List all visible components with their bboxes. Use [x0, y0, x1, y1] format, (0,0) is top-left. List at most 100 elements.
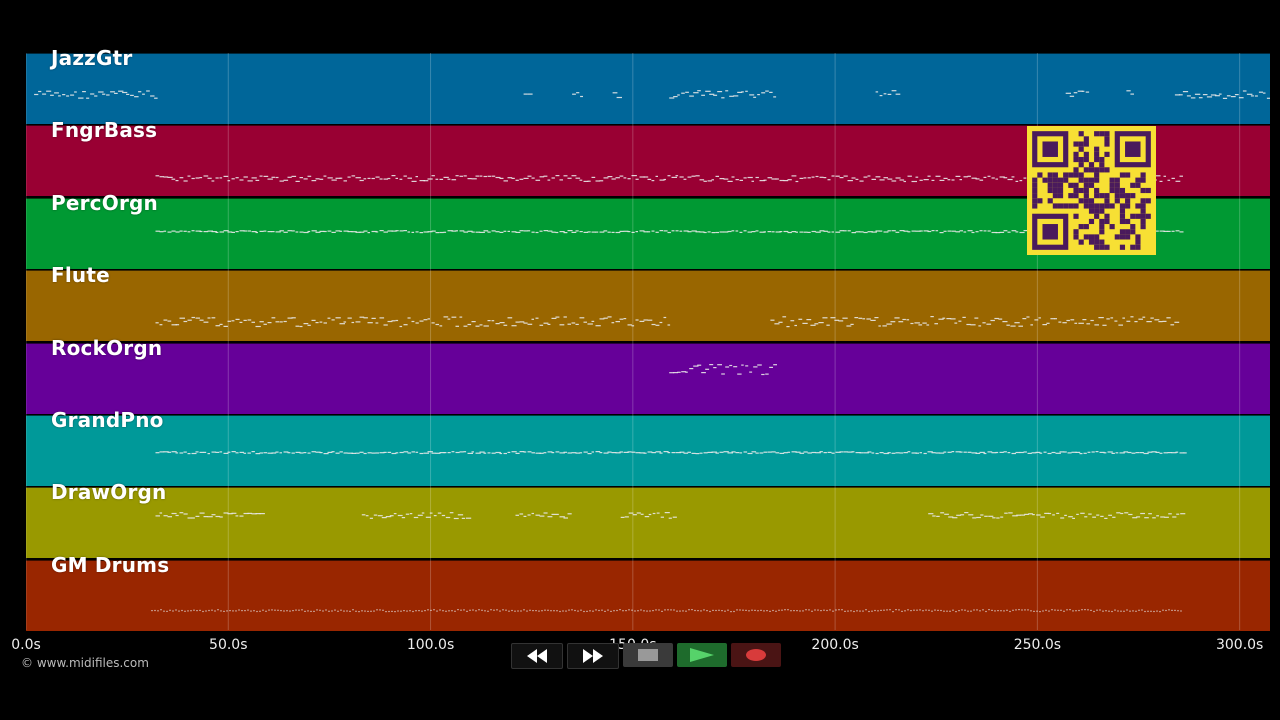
midi-note: [682, 610, 684, 612]
midi-note: [256, 610, 258, 612]
midi-note: [839, 229, 844, 232]
track-name: GrandPno: [51, 408, 164, 432]
midi-note: [1131, 452, 1136, 454]
midi-note: [733, 610, 735, 612]
midi-note: [771, 451, 776, 453]
midi-note: [295, 609, 297, 611]
midi-note: [1015, 609, 1017, 611]
midi-note: [1051, 608, 1053, 611]
midi-note: [550, 609, 552, 612]
midi-note: [823, 230, 828, 232]
track-lane[interactable]: GM Drums: [26, 553, 1270, 631]
stop-button[interactable]: [623, 643, 673, 667]
midi-note: [1045, 609, 1047, 611]
track-lane[interactable]: GrandPno: [26, 408, 1270, 486]
midi-note: [987, 230, 991, 232]
midi-note: [787, 608, 789, 611]
midi-note: [1174, 321, 1180, 324]
midi-note: [826, 324, 830, 326]
midi-note: [882, 325, 887, 327]
midi-note: [851, 451, 855, 453]
midi-note: [983, 452, 987, 455]
midi-note: [315, 178, 320, 180]
midi-note: [979, 229, 983, 232]
midi-note: [527, 229, 531, 232]
midi-note: [487, 231, 491, 233]
midi-note: [1179, 175, 1183, 178]
midi-note: [986, 323, 992, 325]
midi-note: [543, 322, 549, 324]
midi-note: [339, 451, 343, 453]
track-lane[interactable]: JazzGtr: [26, 46, 1270, 124]
midi-note: [1180, 513, 1186, 515]
midi-note: [943, 610, 945, 612]
midi-note: [208, 609, 210, 611]
midi-note: [747, 177, 753, 179]
midi-note: [1135, 452, 1140, 454]
midi-note: [187, 175, 191, 178]
midi-note: [874, 317, 879, 319]
midi-note: [705, 90, 711, 92]
midi-note: [1033, 610, 1035, 612]
midi-note: [973, 609, 975, 611]
midi-note: [607, 231, 611, 233]
midi-note: [427, 608, 429, 611]
midi-note: [442, 609, 444, 612]
midi-note: [526, 610, 528, 612]
midi-note: [711, 231, 716, 233]
midi-note: [179, 317, 185, 319]
midi-note: [652, 513, 656, 515]
midi-note: [967, 451, 972, 453]
midi-note: [995, 451, 999, 454]
track-lane[interactable]: Flute: [26, 263, 1270, 342]
midi-note: [523, 451, 527, 453]
midi-note: [854, 317, 859, 319]
fast-forward-button[interactable]: [567, 643, 619, 669]
record-button[interactable]: [731, 643, 781, 667]
rewind-button[interactable]: [511, 643, 563, 669]
midi-note: [757, 609, 759, 612]
midi-note: [739, 231, 743, 233]
midi-note: [38, 90, 42, 93]
time-tick-label: 300.0s: [1215, 637, 1264, 653]
midi-note: [397, 515, 403, 517]
midi-note: [659, 452, 663, 454]
midi-note: [154, 609, 156, 611]
track-lane[interactable]: RockOrgn: [26, 336, 1270, 414]
midi-note: [667, 175, 671, 177]
midi-note: [1000, 609, 1002, 612]
midi-note: [325, 609, 327, 611]
midi-note: [563, 231, 568, 233]
midi-note: [199, 512, 205, 515]
midi-note: [991, 609, 993, 611]
midi-note: [155, 322, 159, 324]
midi-note: [774, 323, 780, 325]
midi-note: [271, 609, 273, 611]
midi-note: [307, 324, 311, 327]
midi-note: [507, 451, 511, 453]
midi-note: [179, 452, 184, 454]
midi-note: [787, 451, 791, 453]
midi-note: [1126, 90, 1131, 92]
midi-note: [772, 609, 774, 611]
midi-note: [763, 451, 768, 453]
midi-note: [94, 95, 98, 97]
play-button[interactable]: [677, 643, 727, 667]
midi-note: [167, 451, 172, 453]
midi-note: [622, 609, 624, 612]
midi-note: [1175, 451, 1179, 453]
midi-note: [1143, 452, 1149, 455]
midi-note: [875, 176, 881, 178]
midi-note: [327, 230, 332, 232]
midi-note: [718, 609, 720, 611]
midi-note: [894, 317, 900, 319]
track-lane[interactable]: DrawOrgn: [26, 480, 1270, 559]
midi-note: [319, 179, 324, 181]
midi-note: [555, 316, 560, 318]
midi-note: [1179, 231, 1184, 233]
midi-note: [395, 229, 399, 232]
midi-note: [822, 317, 828, 319]
midi-note: [651, 452, 656, 454]
midi-note: [496, 608, 498, 611]
midi-note: [451, 609, 453, 612]
